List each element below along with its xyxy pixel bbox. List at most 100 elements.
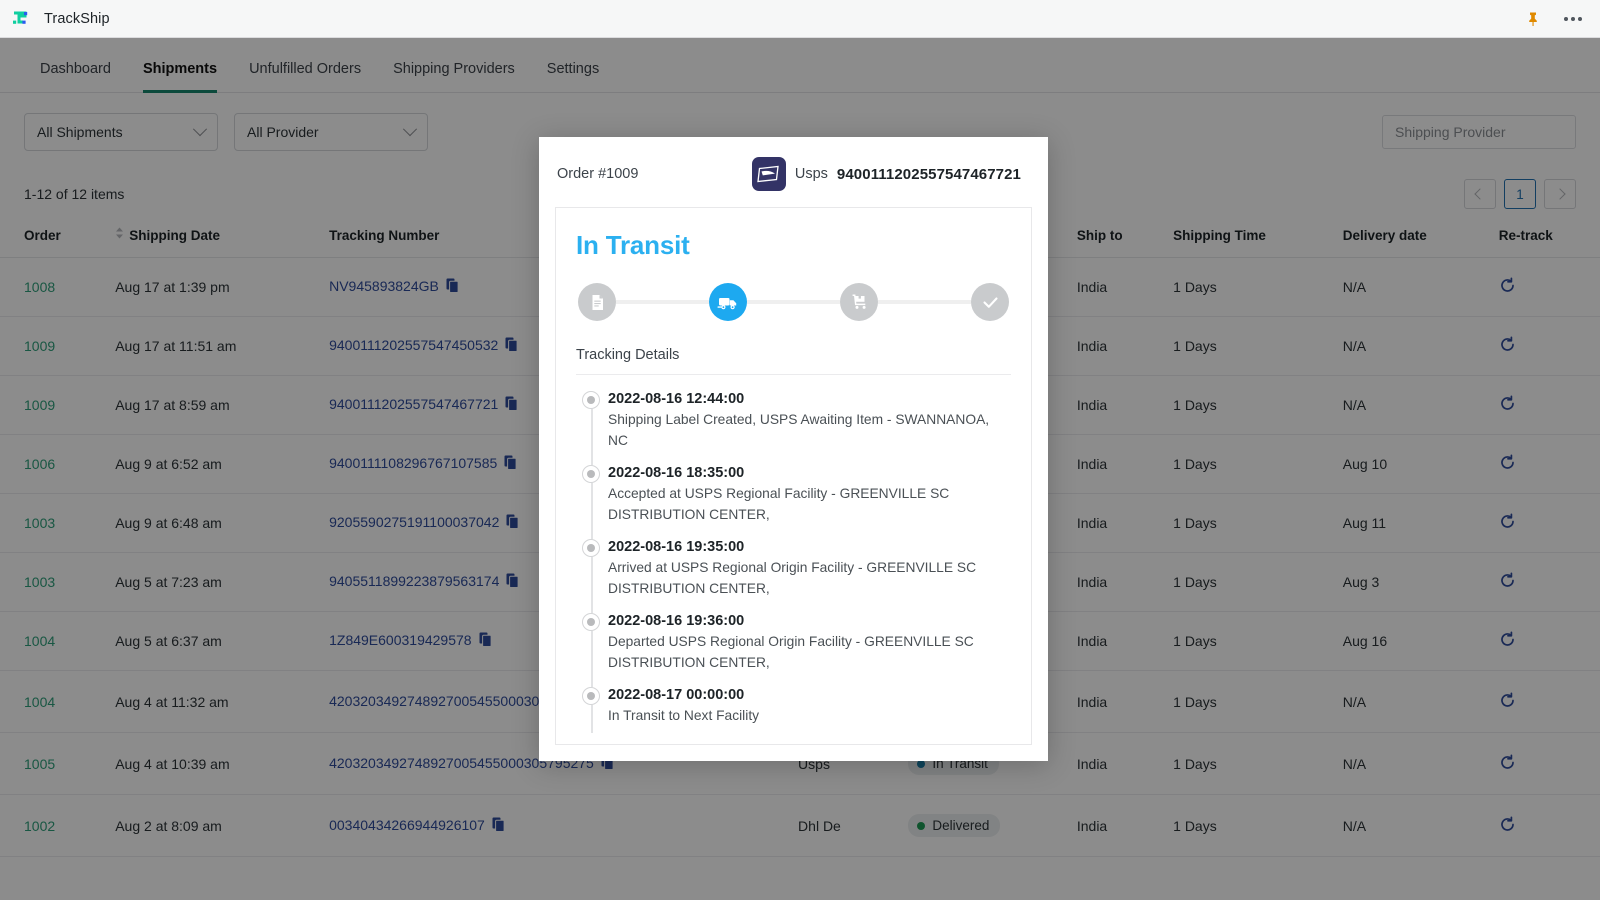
order-link[interactable]: 1002 [24,818,55,834]
copy-icon[interactable] [479,632,492,650]
re-track-button[interactable] [1499,281,1516,297]
shipping-provider-search-input[interactable]: Shipping Provider [1382,115,1576,149]
tab-dashboard[interactable]: Dashboard [24,62,127,93]
order-link[interactable]: 1003 [24,574,55,590]
cell-order: 1006 [0,435,107,494]
tracking-number-link[interactable]: 9205590275191100037042 [329,514,499,530]
top-bar-actions [1524,10,1590,28]
order-link[interactable]: 1008 [24,279,55,295]
cell-delivery-date: Aug 3 [1335,553,1491,612]
re-track-button[interactable] [1499,399,1516,415]
re-track-button[interactable] [1499,635,1516,651]
chevron-left-icon [1474,188,1485,199]
copy-icon[interactable] [492,817,505,835]
tracking-number-link[interactable]: NV945893824GB [329,278,439,294]
tab-settings[interactable]: Settings [531,62,615,93]
tracking-event: 2022-08-16 12:44:00Shipping Label Create… [576,389,1011,463]
tracking-number-link[interactable]: 1Z849E600319429578 [329,632,471,648]
re-track-button[interactable] [1499,517,1516,533]
cell-re-track [1491,435,1600,494]
shipments-filter-select[interactable]: All Shipments [24,113,218,151]
event-description: Arrived at USPS Regional Origin Facility… [608,558,1011,600]
event-body: 2022-08-16 18:35:00Accepted at USPS Regi… [608,463,1011,530]
pagination-page-1[interactable]: 1 [1504,179,1536,209]
order-link[interactable]: 1009 [24,338,55,354]
cell-shipping-time: 1 Days [1165,612,1335,671]
cell-ship-to: India [1069,317,1165,376]
col-ship-to[interactable]: Ship to [1069,217,1165,258]
cell-delivery-date: Aug 11 [1335,494,1491,553]
event-body: 2022-08-16 19:35:00Arrived at USPS Regio… [608,537,1011,604]
event-description: Accepted at USPS Regional Facility - GRE… [608,484,1011,526]
tracking-event: 2022-08-17 00:00:00In Transit to Next Fa… [576,685,1011,738]
tracking-number-link[interactable]: 9400111202557547467721 [329,396,498,412]
re-track-button[interactable] [1499,576,1516,592]
order-link[interactable]: 1009 [24,397,55,413]
pagination-prev-button[interactable] [1464,179,1496,209]
copy-icon[interactable] [504,455,517,473]
col-delivery-date[interactable]: Delivery date [1335,217,1491,258]
event-connector-line [591,557,593,613]
cell-shipping-time: 1 Days [1165,494,1335,553]
step-dolly-icon [840,283,878,321]
event-dot-icon [582,687,600,705]
copy-icon[interactable] [506,514,519,532]
step-connector [747,300,840,304]
brand[interactable]: TrackShip [10,8,110,30]
copy-icon[interactable] [446,278,459,296]
re-track-button[interactable] [1499,458,1516,474]
cell-re-track [1491,795,1600,857]
order-link[interactable]: 1004 [24,633,55,649]
col-order[interactable]: Order [0,217,107,258]
cell-ship-to: India [1069,795,1165,857]
event-dot-icon [582,613,600,631]
col-shipping-date[interactable]: Shipping Date [107,217,321,258]
tracking-number-link[interactable]: 00340434266944926107 [329,817,485,833]
order-link[interactable]: 1005 [24,756,55,772]
cell-re-track [1491,553,1600,612]
order-link[interactable]: 1003 [24,515,55,531]
cell-ship-to: India [1069,733,1165,795]
copy-icon[interactable] [506,573,519,591]
pin-icon[interactable] [1524,10,1542,28]
provider-filter-select[interactable]: All Provider [234,113,428,151]
step-connector [616,300,709,304]
copy-icon[interactable] [505,396,518,414]
cell-ship-to: India [1069,612,1165,671]
event-rail [576,537,608,604]
pagination-next-button[interactable] [1544,179,1576,209]
cell-order: 1008 [0,258,107,317]
re-track-button[interactable] [1499,820,1516,836]
cell-ship-to: India [1069,258,1165,317]
col-re-track[interactable]: Re-track [1491,217,1600,258]
cell-shipping-time: 1 Days [1165,795,1335,857]
re-track-button[interactable] [1499,696,1516,712]
order-link[interactable]: 1004 [24,694,55,710]
modal-carrier: Usps 9400111202557547467721 [752,157,1030,191]
tab-unfulfilled-orders[interactable]: Unfulfilled Orders [233,62,377,93]
shipments-filter-value: All Shipments [37,124,123,140]
tracking-number-link[interactable]: 9405511899223879563174 [329,573,499,589]
re-track-button[interactable] [1499,758,1516,774]
event-timestamp: 2022-08-16 19:36:00 [608,611,1011,632]
modal-carrier-name: Usps [795,166,828,182]
tracking-number-link[interactable]: 9400111108296767107585 [329,455,497,471]
col-shipping-time[interactable]: Shipping Time [1165,217,1335,258]
cell-re-track [1491,612,1600,671]
more-options-icon[interactable] [1564,17,1582,21]
sort-arrows-icon[interactable] [115,227,124,242]
tab-shipping-providers[interactable]: Shipping Providers [377,62,531,93]
cell-order: 1009 [0,376,107,435]
tracking-number-link[interactable]: 9400111202557547450532 [329,337,498,353]
cell-shipping-time: 1 Days [1165,258,1335,317]
order-link[interactable]: 1006 [24,456,55,472]
event-rail [576,389,608,456]
re-track-button[interactable] [1499,340,1516,356]
tab-shipments[interactable]: Shipments [127,62,233,93]
copy-icon[interactable] [505,337,518,355]
event-body: 2022-08-16 19:36:00Departed USPS Regiona… [608,611,1011,678]
shipment-progress-steps [578,283,1009,321]
cell-status: Delivered [900,795,1068,857]
cell-re-track [1491,376,1600,435]
cell-order: 1005 [0,733,107,795]
